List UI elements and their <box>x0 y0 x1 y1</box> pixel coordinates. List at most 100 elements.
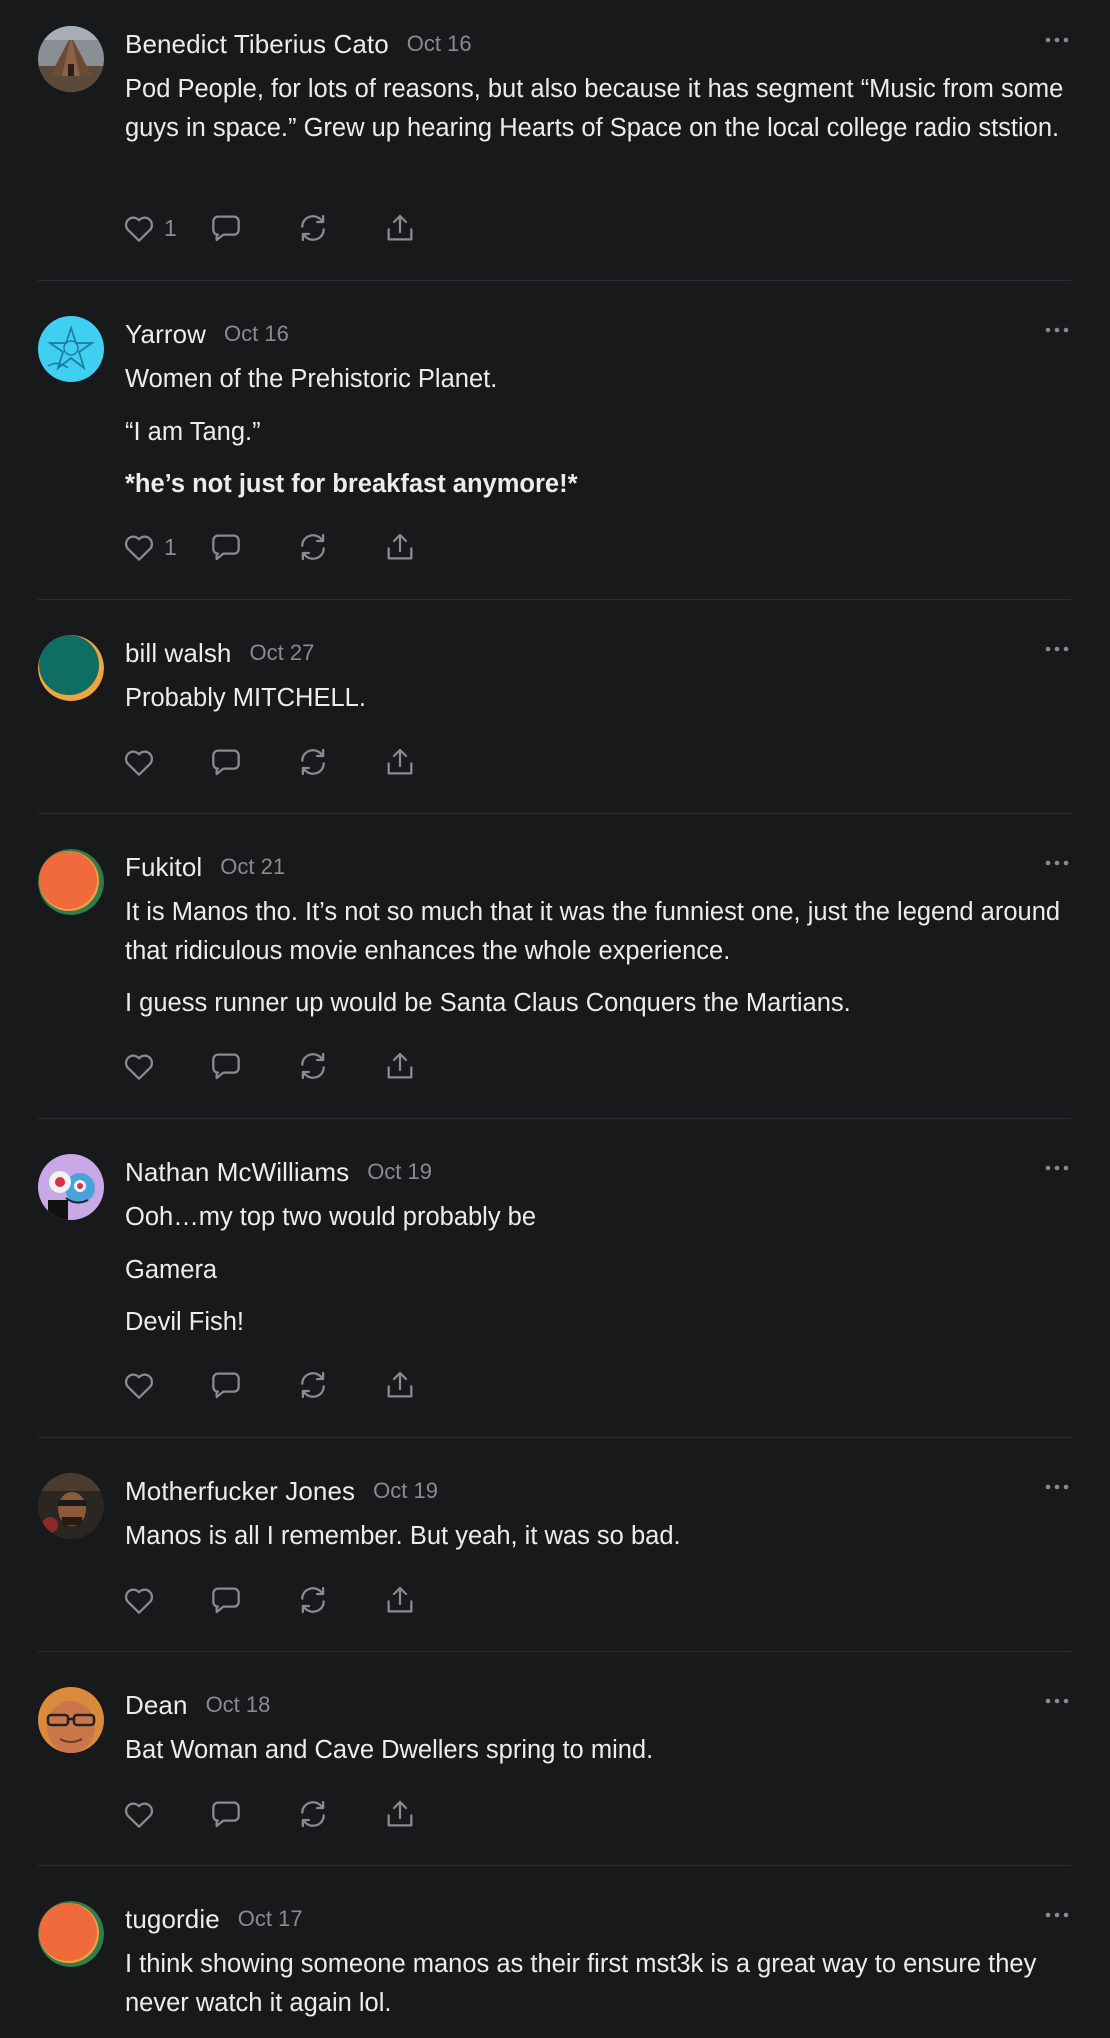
restack-button[interactable] <box>297 213 329 243</box>
comment-actions <box>123 1048 416 1084</box>
comment-paragraph: Women of the Prehistoric Planet. <box>125 365 498 393</box>
comment-actions <box>123 1582 416 1618</box>
comment-date[interactable]: Oct 27 <box>250 640 315 666</box>
speech-bubble-icon <box>210 1799 242 1829</box>
comment-paragraph: It is Manos tho. It’s not so much that i… <box>125 898 1061 965</box>
share-button[interactable] <box>384 532 416 562</box>
ellipsis-icon[interactable] <box>1043 318 1071 342</box>
like-button[interactable] <box>123 1799 155 1829</box>
author-name[interactable]: Benedict Tiberius Cato <box>125 29 389 60</box>
share-upload-icon <box>384 747 416 777</box>
reply-button[interactable] <box>210 1051 242 1081</box>
reply-button[interactable] <box>210 1585 242 1615</box>
restack-button[interactable] <box>297 532 329 562</box>
comment-actions <box>123 1367 416 1403</box>
comment: tugordie Oct 17 I think showing someone … <box>38 1901 1071 2038</box>
ellipsis-icon[interactable] <box>1043 28 1071 52</box>
speech-bubble-icon <box>210 213 242 243</box>
comment-date[interactable]: Oct 21 <box>220 854 285 880</box>
ellipsis-icon[interactable] <box>1043 637 1071 661</box>
share-button[interactable] <box>384 1799 416 1829</box>
comment-actions: 1 <box>123 210 416 246</box>
author-name[interactable]: Nathan McWilliams <box>125 1157 349 1188</box>
avatar[interactable] <box>38 849 104 915</box>
like-button[interactable]: 1 <box>123 213 177 243</box>
ellipsis-icon[interactable] <box>1043 1475 1071 1499</box>
share-button[interactable] <box>384 1370 416 1400</box>
author-name[interactable]: Motherfucker Jones <box>125 1476 355 1507</box>
ellipsis-icon[interactable] <box>1043 1156 1071 1180</box>
reply-button[interactable] <box>210 532 242 562</box>
restack-button[interactable] <box>297 1585 329 1615</box>
comment-text: Ooh…my top two would probably be Gamera … <box>125 1198 1071 1342</box>
reply-button[interactable] <box>210 213 242 243</box>
author-name[interactable]: Dean <box>125 1690 188 1721</box>
comment-date[interactable]: Oct 17 <box>238 1906 303 1932</box>
share-button[interactable] <box>384 1585 416 1615</box>
restack-button[interactable] <box>297 1051 329 1081</box>
comment-text: Women of the Prehistoric Planet. “I am T… <box>125 360 1071 504</box>
like-button[interactable] <box>123 1370 155 1400</box>
speech-bubble-icon <box>210 1370 242 1400</box>
author-name[interactable]: Fukitol <box>125 852 202 883</box>
restack-arrows-icon <box>297 747 329 777</box>
share-upload-icon <box>384 1799 416 1829</box>
heart-icon <box>123 213 155 243</box>
like-button[interactable]: 1 <box>123 532 177 562</box>
comment-text: Bat Woman and Cave Dwellers spring to mi… <box>125 1731 1071 1770</box>
comment-date[interactable]: Oct 19 <box>367 1159 432 1185</box>
comment-actions <box>123 744 416 780</box>
avatar[interactable] <box>38 1687 104 1753</box>
like-button[interactable] <box>123 1051 155 1081</box>
author-name[interactable]: Yarrow <box>125 319 206 350</box>
comment-paragraph: Pod People, for lots of reasons, but als… <box>125 75 1064 142</box>
author-name[interactable]: tugordie <box>125 1904 220 1935</box>
avatar[interactable] <box>38 635 104 701</box>
comment: Fukitol Oct 21 It is Manos tho. It’s not… <box>38 849 1071 1119</box>
like-button[interactable] <box>123 1585 155 1615</box>
reply-button[interactable] <box>210 747 242 777</box>
like-button[interactable] <box>123 747 155 777</box>
comment-date[interactable]: Oct 19 <box>373 1478 438 1504</box>
comment-paragraph: Bat Woman and Cave Dwellers spring to mi… <box>125 1736 654 1764</box>
share-upload-icon <box>384 1585 416 1615</box>
ellipsis-icon[interactable] <box>1043 1903 1071 1927</box>
restack-button[interactable] <box>297 747 329 777</box>
avatar[interactable] <box>38 1473 104 1539</box>
avatar[interactable] <box>38 1154 104 1220</box>
share-button[interactable] <box>384 213 416 243</box>
comment-paragraph: “I am Tang.” <box>125 417 261 446</box>
comment-paragraph: *he’s not just for breakfast anymore!* <box>125 470 578 498</box>
comment-paragraph: Ooh…my top two would probably be <box>125 1203 537 1231</box>
avatar[interactable] <box>38 1901 104 1967</box>
reply-button[interactable] <box>210 1370 242 1400</box>
comment: Motherfucker Jones Oct 19 Manos is all I… <box>38 1473 1071 1652</box>
heart-icon <box>123 1799 155 1829</box>
comment-date[interactable]: Oct 18 <box>206 1692 271 1718</box>
comment-actions: 1 <box>123 529 416 565</box>
heart-icon <box>123 1370 155 1400</box>
ellipsis-icon[interactable] <box>1043 1689 1071 1713</box>
comment-paragraph: I guess runner up would be Santa Claus C… <box>125 989 851 1017</box>
ellipsis-icon[interactable] <box>1043 851 1071 875</box>
comment-date[interactable]: Oct 16 <box>407 31 472 57</box>
speech-bubble-icon <box>210 1051 242 1081</box>
comment-text: Manos is all I remember. But yeah, it wa… <box>125 1517 1071 1556</box>
comment-paragraph: Devil Fish! <box>125 1308 245 1336</box>
comment: Nathan McWilliams Oct 19 Ooh…my top two … <box>38 1154 1071 1438</box>
comment-actions <box>123 1796 416 1832</box>
reply-button[interactable] <box>210 1799 242 1829</box>
comment-text: Pod People, for lots of reasons, but als… <box>125 70 1071 147</box>
avatar[interactable] <box>38 316 104 382</box>
share-upload-icon <box>384 1370 416 1400</box>
comment: bill walsh Oct 27 Probably MITCHELL. <box>38 635 1071 814</box>
comment-date[interactable]: Oct 16 <box>224 321 289 347</box>
restack-button[interactable] <box>297 1799 329 1829</box>
author-name[interactable]: bill walsh <box>125 638 232 669</box>
avatar[interactable] <box>38 26 104 92</box>
share-button[interactable] <box>384 747 416 777</box>
restack-arrows-icon <box>297 532 329 562</box>
share-button[interactable] <box>384 1051 416 1081</box>
comment: Dean Oct 18 Bat Woman and Cave Dwellers … <box>38 1687 1071 1866</box>
restack-button[interactable] <box>297 1370 329 1400</box>
